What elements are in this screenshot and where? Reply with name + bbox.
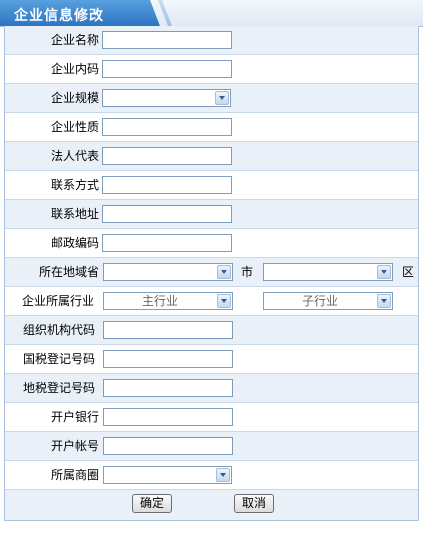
org-code-label: 组织机构代码 bbox=[23, 323, 96, 337]
company-code-label: 企业内码 bbox=[50, 62, 99, 76]
account-label: 开户帐号 bbox=[50, 439, 99, 453]
chevron-down-icon bbox=[216, 468, 230, 482]
company-nature-label: 企业性质 bbox=[50, 120, 99, 134]
city-select[interactable] bbox=[263, 263, 393, 281]
address-label: 联系地址 bbox=[50, 207, 99, 221]
zip-input[interactable] bbox=[102, 234, 232, 252]
cancel-button[interactable]: 取消 bbox=[234, 494, 274, 513]
chevron-down-icon bbox=[217, 294, 231, 308]
contact-input[interactable] bbox=[102, 176, 232, 194]
row-company-nature: 企业性质 bbox=[5, 113, 418, 142]
row-actions: 确定 取消 bbox=[5, 490, 418, 520]
row-national-tax: 国税登记号码 bbox=[5, 345, 418, 374]
row-company-scale: 企业规模 bbox=[5, 84, 418, 113]
row-account: 开户帐号 bbox=[5, 432, 418, 461]
account-input[interactable] bbox=[103, 437, 233, 455]
bank-label: 开户银行 bbox=[50, 410, 99, 424]
row-company-name: 企业名称 bbox=[5, 26, 418, 55]
row-company-code: 企业内码 bbox=[5, 55, 418, 84]
chevron-down-icon bbox=[215, 91, 229, 105]
row-zip: 邮政编码 bbox=[5, 229, 418, 258]
contact-label: 联系方式 bbox=[50, 178, 99, 192]
row-local-tax: 地税登记号码 bbox=[5, 374, 418, 403]
bank-input[interactable] bbox=[103, 408, 233, 426]
company-nature-input[interactable] bbox=[102, 118, 232, 136]
title-bar: 企业信息修改 bbox=[0, 0, 423, 27]
org-code-input[interactable] bbox=[103, 321, 233, 339]
row-industry: 企业所属行业 主行业 子行业 bbox=[5, 287, 418, 316]
row-org-code: 组织机构代码 bbox=[5, 316, 418, 345]
row-legal-rep: 法人代表 bbox=[5, 142, 418, 171]
sub-industry-value: 子行业 bbox=[301, 294, 338, 308]
company-edit-form: 企业名称 企业内码 企业规模 企业性质 法人代表 联系方式 联系地址 邮政编码 … bbox=[4, 26, 419, 521]
main-industry-select[interactable]: 主行业 bbox=[103, 292, 233, 310]
address-input[interactable] bbox=[102, 205, 232, 223]
local-tax-label: 地税登记号码 bbox=[23, 381, 96, 395]
city-label: 市 bbox=[241, 265, 254, 279]
page-title: 企业信息修改 bbox=[14, 8, 104, 24]
zip-label: 邮政编码 bbox=[50, 236, 99, 250]
national-tax-label: 国税登记号码 bbox=[23, 352, 96, 366]
local-tax-input[interactable] bbox=[103, 379, 233, 397]
legal-rep-label: 法人代表 bbox=[50, 149, 99, 163]
chevron-down-icon bbox=[377, 265, 391, 279]
title-tab-edge bbox=[158, 0, 172, 26]
row-business-circle: 所属商圈 bbox=[5, 461, 418, 490]
district-label: 区 bbox=[402, 265, 415, 279]
company-name-label: 企业名称 bbox=[50, 33, 99, 47]
company-name-input[interactable] bbox=[102, 31, 232, 49]
chevron-down-icon bbox=[217, 265, 231, 279]
row-address: 联系地址 bbox=[5, 200, 418, 229]
row-contact: 联系方式 bbox=[5, 171, 418, 200]
province-select[interactable] bbox=[103, 263, 233, 281]
sub-industry-select[interactable]: 子行业 bbox=[263, 292, 393, 310]
company-scale-label: 企业规模 bbox=[50, 91, 99, 105]
company-code-input[interactable] bbox=[102, 60, 232, 78]
legal-rep-input[interactable] bbox=[102, 147, 232, 165]
company-scale-select[interactable] bbox=[102, 89, 231, 107]
confirm-button[interactable]: 确定 bbox=[132, 494, 172, 513]
row-bank: 开户银行 bbox=[5, 403, 418, 432]
region-label: 所在地域省 bbox=[38, 265, 99, 279]
industry-label: 企业所属行业 bbox=[22, 294, 95, 308]
business-circle-select[interactable] bbox=[103, 466, 232, 484]
national-tax-input[interactable] bbox=[103, 350, 233, 368]
business-circle-label: 所属商圈 bbox=[50, 468, 99, 482]
row-region: 所在地域省 市 区 bbox=[5, 258, 418, 287]
chevron-down-icon bbox=[377, 294, 391, 308]
main-industry-value: 主行业 bbox=[141, 294, 178, 308]
